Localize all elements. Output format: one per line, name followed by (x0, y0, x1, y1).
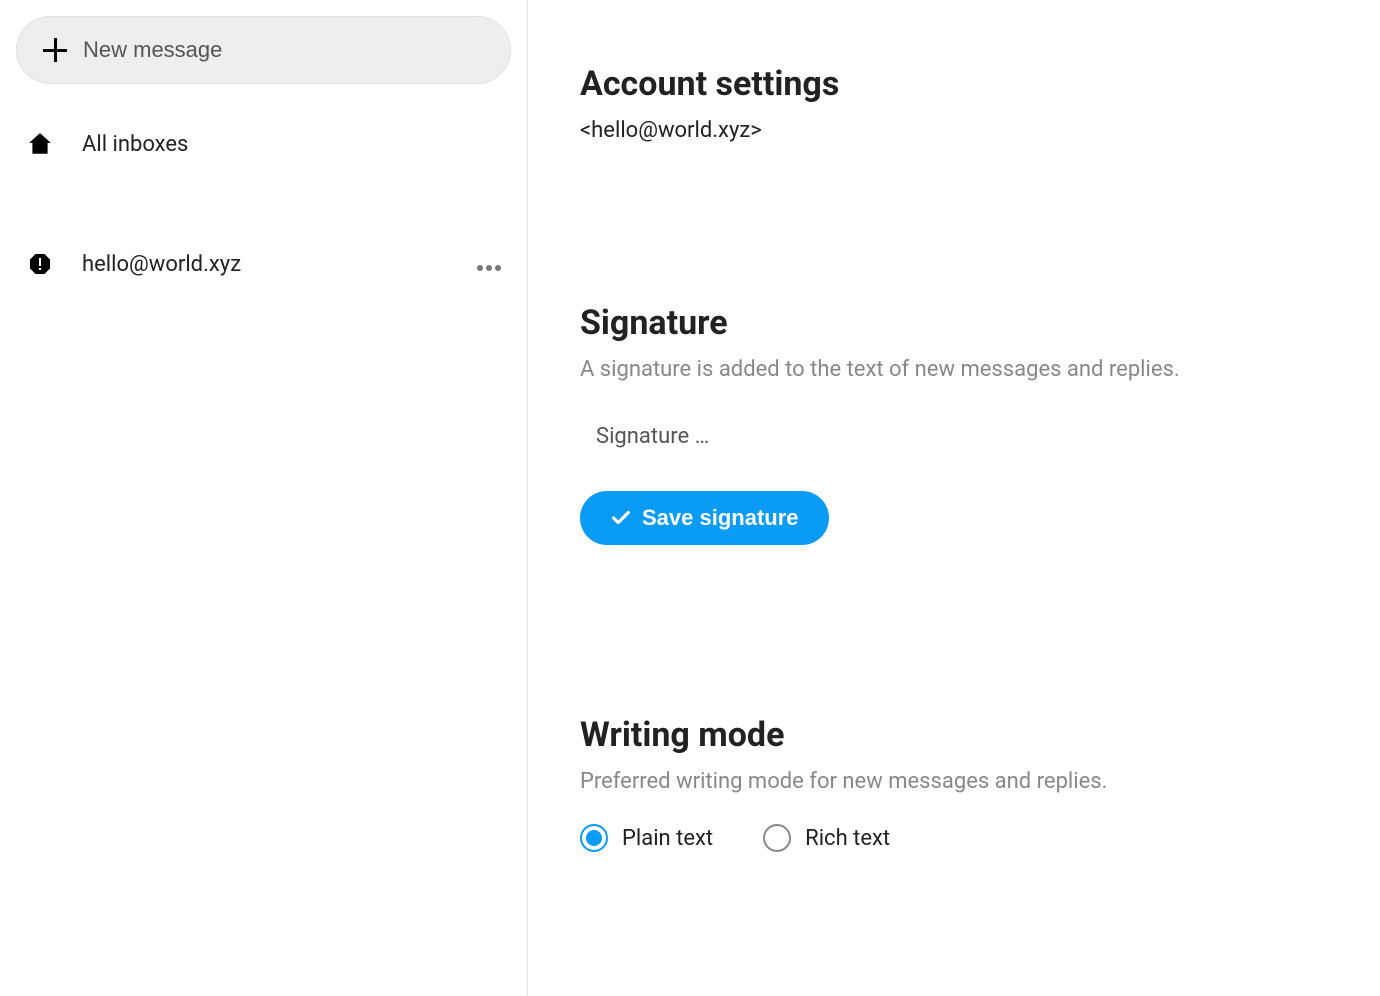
check-icon (610, 507, 632, 529)
signature-subtext: A signature is added to the text of new … (580, 357, 1328, 382)
writing-mode-section: Writing mode Preferred writing mode for … (580, 715, 1328, 852)
sidebar-item-all-inboxes[interactable]: All inboxes (16, 114, 511, 174)
all-inboxes-label: All inboxes (82, 132, 501, 157)
account-email-text: <hello@world.xyz> (580, 118, 1328, 143)
account-label: hello@world.xyz (82, 252, 449, 277)
more-icon[interactable] (477, 252, 501, 276)
sidebar-item-account[interactable]: hello@world.xyz (16, 234, 511, 294)
main-content: Account settings <hello@world.xyz> Signa… (528, 0, 1380, 996)
plus-icon (43, 38, 67, 62)
save-signature-label: Save signature (642, 505, 799, 531)
home-icon (26, 130, 54, 158)
save-signature-button[interactable]: Save signature (580, 491, 829, 545)
writing-mode-radio-group: Plain text Rich text (580, 824, 1328, 852)
writing-mode-rich-radio[interactable]: Rich text (763, 824, 890, 852)
writing-mode-plain-radio[interactable]: Plain text (580, 824, 713, 852)
signature-input[interactable] (580, 412, 1328, 461)
account-settings-heading: Account settings (580, 64, 1328, 104)
new-message-label: New message (83, 37, 222, 63)
new-message-button[interactable]: New message (16, 16, 511, 84)
writing-mode-heading: Writing mode (580, 715, 1328, 755)
signature-heading: Signature (580, 303, 1328, 343)
writing-mode-subtext: Preferred writing mode for new messages … (580, 769, 1328, 794)
sidebar: New message All inboxes hello@world.xyz (0, 0, 528, 996)
rich-text-label: Rich text (805, 826, 890, 851)
radio-icon (763, 824, 791, 852)
alert-octagon-icon (26, 250, 54, 278)
radio-icon (580, 824, 608, 852)
plain-text-label: Plain text (622, 826, 713, 851)
